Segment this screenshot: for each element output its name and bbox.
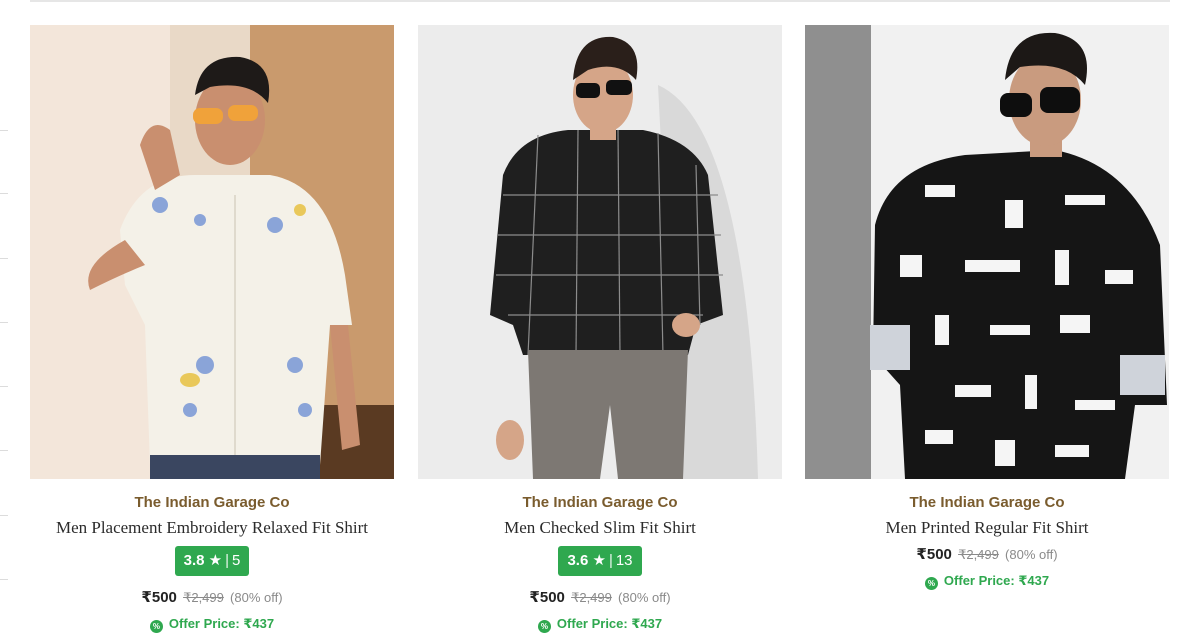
- rating-badge: 3.6 ★ | 13: [558, 546, 642, 576]
- discount-text: (80% off): [1005, 547, 1058, 562]
- offer-price-text: Offer Price: ₹437: [943, 573, 1050, 588]
- product-image[interactable]: [418, 25, 782, 479]
- black-checked-shirt-image: [418, 25, 782, 479]
- white-embroidered-shirt-image: [30, 25, 394, 479]
- percent-badge-icon: %: [924, 577, 938, 590]
- offer-price-text: Offer Price: ₹437: [168, 616, 275, 631]
- brand-name: The Indian Garage Co: [522, 494, 678, 511]
- product-image[interactable]: [805, 25, 1169, 479]
- offer-price: % Offer Price: ₹437: [805, 573, 1169, 590]
- product-name[interactable]: Men Checked Slim Fit Shirt: [418, 518, 782, 538]
- rating-badge: 3.8 ★ | 5: [174, 546, 250, 576]
- offer-price-text: Offer Price: ₹437: [556, 616, 663, 631]
- brand-name: The Indian Garage Co: [134, 494, 290, 511]
- selling-price: ₹500: [916, 546, 952, 563]
- discount-text: (80% off): [618, 590, 671, 605]
- product-card[interactable]: The Indian Garage Co Men Printed Regular…: [805, 25, 1169, 590]
- percent-badge-icon: %: [537, 620, 551, 633]
- product-card[interactable]: The Indian Garage Co Men Placement Embro…: [30, 25, 394, 633]
- discount-text: (80% off): [230, 590, 283, 605]
- product-card[interactable]: The Indian Garage Co Men Checked Slim Fi…: [418, 25, 782, 633]
- selling-price: ₹500: [529, 589, 565, 606]
- mrp-price: ₹2,499: [183, 590, 224, 605]
- price-row: ₹500 ₹2,499 (80% off): [418, 588, 782, 606]
- price-row: ₹500 ₹2,499 (80% off): [805, 545, 1169, 563]
- brand-name: The Indian Garage Co: [909, 494, 1065, 511]
- product-name[interactable]: Men Placement Embroidery Relaxed Fit Shi…: [30, 518, 394, 538]
- offer-price: % Offer Price: ₹437: [30, 616, 394, 633]
- rating-value: 3.8: [183, 552, 205, 569]
- selling-price: ₹500: [141, 589, 177, 606]
- product-image[interactable]: [30, 25, 394, 479]
- left-edge-ticks: [0, 0, 10, 644]
- rating-count: 5: [232, 552, 241, 569]
- star-icon: ★: [208, 552, 223, 569]
- rating-value: 3.6: [567, 552, 589, 569]
- mrp-price: ₹2,499: [571, 590, 612, 605]
- offer-price: % Offer Price: ₹437: [418, 616, 782, 633]
- mrp-price: ₹2,499: [958, 547, 999, 562]
- product-name[interactable]: Men Printed Regular Fit Shirt: [805, 518, 1169, 538]
- star-icon: ★: [592, 552, 606, 569]
- percent-badge-icon: %: [149, 620, 163, 633]
- top-divider: [30, 0, 1170, 2]
- rating-count: 13: [615, 552, 633, 569]
- price-row: ₹500 ₹2,499 (80% off): [30, 588, 394, 606]
- black-printed-shirt-image: [805, 25, 1169, 479]
